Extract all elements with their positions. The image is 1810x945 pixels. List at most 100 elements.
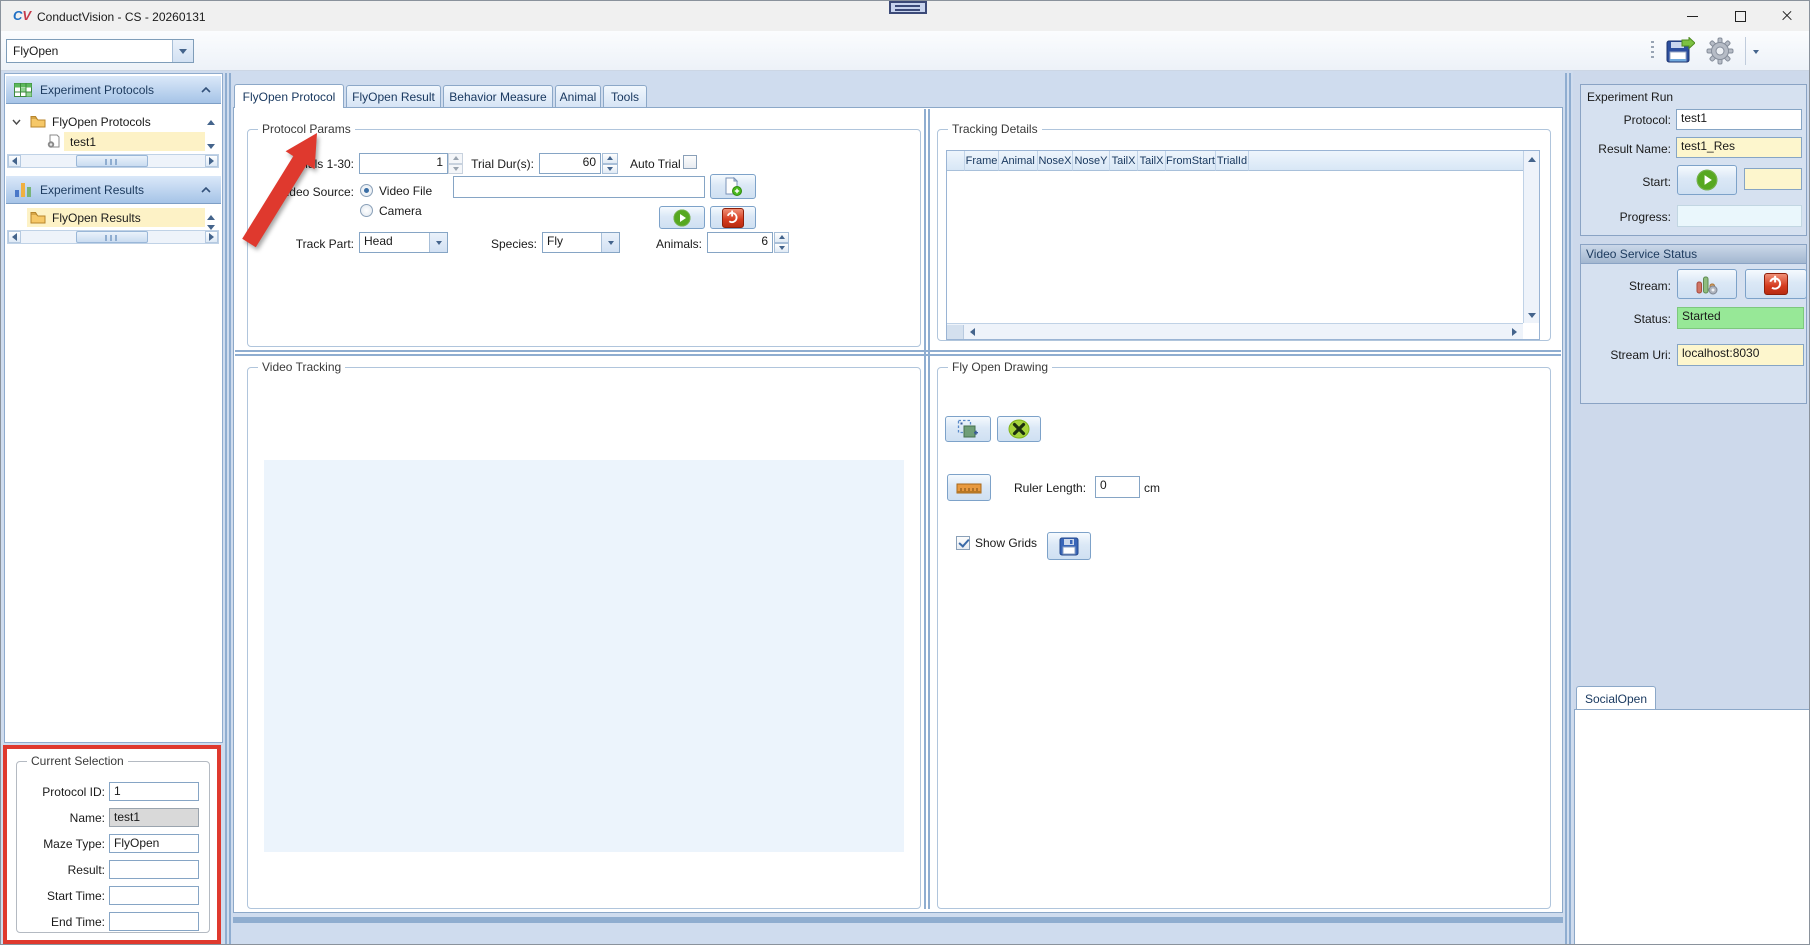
dropdown-button[interactable] xyxy=(601,233,619,252)
sidebar-header-experiment-results[interactable]: Experiment Results xyxy=(6,176,221,204)
ruler-length-field[interactable]: 0 xyxy=(1095,476,1140,498)
table-header-fromstart[interactable]: FromStart xyxy=(1166,151,1216,171)
spin-down-button[interactable] xyxy=(602,163,618,174)
results-horizontal-scrollbar[interactable] xyxy=(7,230,219,244)
end-time-field[interactable] xyxy=(109,912,199,931)
table-header-cell[interactable] xyxy=(947,151,965,171)
toolbar-grip[interactable] xyxy=(1651,41,1654,61)
protocol-selector-value: FlyOpen xyxy=(13,44,59,58)
scroll-left-button[interactable] xyxy=(965,325,979,339)
video-file-radio[interactable] xyxy=(360,184,373,197)
settings-button[interactable] xyxy=(1701,35,1739,67)
window-title: ConductVision - CS - 20260131 xyxy=(37,10,206,24)
right-panel-splitter[interactable] xyxy=(1565,73,1571,944)
stream-uri-label: Stream Uri: xyxy=(1610,348,1671,362)
tab-flyopen-result[interactable]: FlyOpen Result xyxy=(346,85,441,107)
maze-type-field[interactable]: FlyOpen xyxy=(109,834,199,853)
trials-field[interactable]: 1 xyxy=(359,153,448,174)
scroll-left-button[interactable] xyxy=(8,155,21,167)
main-column-splitter[interactable] xyxy=(924,109,930,909)
stream-uri-field[interactable]: localhost:8030 xyxy=(1677,344,1804,366)
result-field[interactable] xyxy=(109,860,199,879)
table-header-tailx2[interactable]: TailX xyxy=(1138,151,1166,171)
chevron-up-icon[interactable] xyxy=(201,87,211,93)
main-row-splitter[interactable] xyxy=(235,350,1561,356)
dropdown-button[interactable] xyxy=(429,233,447,252)
draw-shape-button[interactable] xyxy=(945,416,991,442)
scroll-thumb[interactable] xyxy=(76,155,148,167)
track-part-dropdown[interactable]: Head xyxy=(359,232,448,253)
tab-tools[interactable]: Tools xyxy=(603,85,647,107)
table-header-nosex[interactable]: NoseX xyxy=(1038,151,1073,171)
save-drawing-button[interactable] xyxy=(1047,532,1091,560)
species-dropdown[interactable]: Fly xyxy=(542,232,620,253)
table-header-frame[interactable]: Frame xyxy=(965,151,999,171)
spin-down-button[interactable] xyxy=(774,242,789,253)
scroll-left-button[interactable] xyxy=(8,231,21,243)
protocol-params-groupbox: Protocol Params Trials 1-30: 1 Trial Dur… xyxy=(247,122,921,347)
table-vertical-scrollbar[interactable] xyxy=(1523,151,1539,323)
toolbar-overflow-button[interactable] xyxy=(1749,45,1763,59)
add-video-file-button[interactable] xyxy=(710,174,756,199)
trial-dur-spinner[interactable] xyxy=(602,153,618,174)
scroll-down-button[interactable] xyxy=(1525,308,1539,322)
chevron-up-icon[interactable] xyxy=(201,187,211,193)
start-time-display-field[interactable] xyxy=(1744,168,1802,190)
scroll-right-button[interactable] xyxy=(205,231,218,243)
table-header-trialid[interactable]: TrialId xyxy=(1216,151,1249,171)
tree-expand-icon[interactable] xyxy=(12,119,21,125)
start-run-button[interactable] xyxy=(1677,165,1737,195)
trial-dur-label: Trial Dur(s): xyxy=(471,157,534,171)
table-header-nosey[interactable]: NoseY xyxy=(1073,151,1110,171)
start-time-field[interactable] xyxy=(109,886,199,905)
tree-item-flyopen-results[interactable]: FlyOpen Results xyxy=(6,208,205,227)
table-header-tailx[interactable]: TailX xyxy=(1110,151,1138,171)
tree-item-flyopen-protocols[interactable]: FlyOpen Protocols xyxy=(6,112,205,131)
tab-animal[interactable]: Animal xyxy=(555,85,601,107)
auto-trial-checkbox[interactable] xyxy=(683,155,697,169)
stream-chart-button[interactable] xyxy=(1677,269,1737,299)
delete-shape-button[interactable] xyxy=(997,416,1041,442)
stream-stop-button[interactable] xyxy=(1745,269,1807,299)
table-horizontal-scrollbar[interactable] xyxy=(947,323,1523,339)
protocol-selector-combobox[interactable]: FlyOpen xyxy=(6,39,194,63)
save-button[interactable] xyxy=(1661,35,1699,67)
minimize-button[interactable] xyxy=(1669,1,1715,31)
ruler-button[interactable] xyxy=(947,474,991,501)
show-grids-checkbox[interactable] xyxy=(956,536,970,550)
spin-up-button[interactable] xyxy=(602,153,618,164)
main-bottom-splitter[interactable] xyxy=(233,917,1563,923)
trial-dur-field[interactable]: 60 xyxy=(539,153,601,174)
maximize-button[interactable] xyxy=(1717,1,1763,31)
animals-spinner[interactable] xyxy=(774,232,789,253)
tree-item-test1[interactable]: test1 xyxy=(6,132,205,151)
scroll-right-button[interactable] xyxy=(205,155,218,167)
tab-behavior-measure[interactable]: Behavior Measure xyxy=(443,85,553,107)
tree-scroll-down-button[interactable] xyxy=(207,138,215,152)
camera-radio[interactable] xyxy=(360,204,373,217)
spin-up-button[interactable] xyxy=(774,232,789,243)
animals-field[interactable]: 6 xyxy=(707,232,773,253)
protocol-selector-dropdown-button[interactable] xyxy=(172,40,193,62)
result-name-field[interactable]: test1_Res xyxy=(1676,137,1802,158)
protocol-field[interactable]: test1 xyxy=(1676,109,1802,130)
scroll-up-button[interactable] xyxy=(1525,152,1539,166)
tree-scroll-up-button[interactable] xyxy=(207,114,215,128)
start-tracking-button[interactable] xyxy=(659,206,705,229)
close-button[interactable] xyxy=(1763,1,1809,31)
sidebar-header-experiment-protocols[interactable]: Experiment Protocols xyxy=(6,76,221,104)
snap-layout-indicator[interactable] xyxy=(889,1,927,14)
protocol-id-field[interactable]: 1 xyxy=(109,782,199,801)
tab-socialopen[interactable]: SocialOpen xyxy=(1576,686,1656,710)
scroll-thumb[interactable] xyxy=(76,231,148,243)
tab-flyopen-protocol[interactable]: FlyOpen Protocol xyxy=(234,84,344,108)
table-header-animal[interactable]: Animal xyxy=(999,151,1038,171)
scroll-right-button[interactable] xyxy=(1507,325,1521,339)
video-tracking-canvas[interactable] xyxy=(264,460,904,852)
video-file-path-field[interactable] xyxy=(453,176,705,198)
name-field[interactable]: test1 xyxy=(109,808,199,827)
floppy-save-icon xyxy=(1059,537,1079,555)
video-service-status-panel: Stream: Status: Started Stream Uri: loca… xyxy=(1580,264,1807,404)
stop-tracking-button[interactable] xyxy=(710,206,756,229)
protocols-horizontal-scrollbar[interactable] xyxy=(7,154,219,168)
